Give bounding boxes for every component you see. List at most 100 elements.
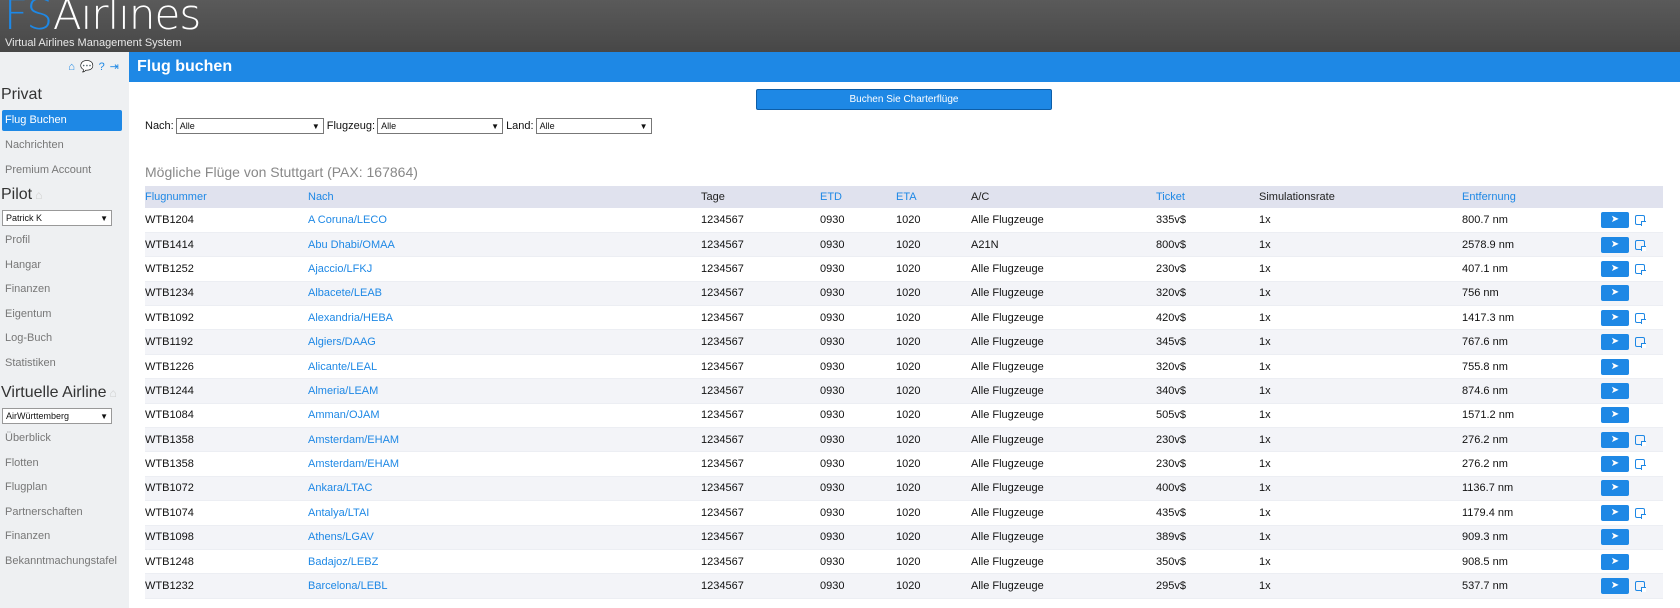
column-header-distance[interactable]: Entfernung xyxy=(1462,186,1601,208)
distance-cell: 800.7 nm xyxy=(1462,213,1508,226)
note-icon[interactable] xyxy=(1635,239,1646,251)
column-header-etd[interactable]: ETD xyxy=(820,186,896,208)
column-header-destination[interactable]: Nach xyxy=(308,186,701,208)
destination-link[interactable]: Alexandria/HEBA xyxy=(308,306,701,330)
book-flight-button[interactable]: ➤ xyxy=(1601,382,1629,399)
distance-cell: 537.7 nm xyxy=(1462,580,1508,593)
book-flight-button[interactable]: ➤ xyxy=(1601,211,1629,228)
note-icon[interactable] xyxy=(1635,434,1646,446)
destination-filter-label: Nach: xyxy=(145,120,174,132)
aircraft-filter-select[interactable]: Alle ▼ xyxy=(377,118,504,134)
sidebar-airline-item[interactable]: Bekanntmachungstafel xyxy=(0,549,129,574)
distance-cell: 1417.3 nm xyxy=(1462,311,1514,324)
book-flight-button[interactable]: ➤ xyxy=(1601,407,1629,424)
main-content: Buchen Sie Charterflüge Nach: Alle ▼ Flug… xyxy=(129,82,1680,608)
note-icon[interactable] xyxy=(1635,459,1646,471)
sidebar-pilot-item[interactable]: Hangar xyxy=(0,253,129,278)
paper-plane-icon: ➤ xyxy=(1610,531,1620,543)
destination-link[interactable]: Albacete/LEAB xyxy=(308,281,701,305)
paper-plane-icon: ➤ xyxy=(1610,336,1620,348)
book-flight-button[interactable]: ➤ xyxy=(1601,358,1629,375)
note-icon[interactable] xyxy=(1635,581,1646,593)
book-flight-button[interactable]: ➤ xyxy=(1601,529,1629,546)
help-icon[interactable]: ? xyxy=(99,61,105,73)
sidebar-airline-item[interactable]: Finanzen xyxy=(0,524,129,549)
book-flight-button[interactable]: ➤ xyxy=(1601,480,1629,497)
sidebar-pilot-item[interactable]: Profil xyxy=(0,228,129,253)
sidebar-private-item[interactable]: Premium Account xyxy=(0,158,129,183)
note-icon[interactable] xyxy=(1635,507,1646,519)
aircraft-cell: Alle Flugzeuge xyxy=(971,287,1044,300)
sidebar-pilot-item[interactable]: Eigentum xyxy=(0,302,129,327)
eta-cell: 1020 xyxy=(896,336,921,349)
sidebar-airline-item[interactable]: Flotten xyxy=(0,451,129,476)
column-header-sim-rate: Simulationsrate xyxy=(1259,191,1335,203)
book-flight-button[interactable]: ➤ xyxy=(1601,431,1629,448)
sidebar-airline-item[interactable]: Überblick xyxy=(0,426,129,451)
destination-link[interactable]: Badajoz/LEBZ xyxy=(308,549,701,573)
app-logo[interactable]: FSAirlines xyxy=(4,0,201,36)
book-flight-button[interactable]: ➤ xyxy=(1601,456,1629,473)
note-icon[interactable] xyxy=(1635,312,1646,324)
ticket-price-cell: 389v$ xyxy=(1156,531,1186,544)
destination-link[interactable]: Abu Dhabi/OMAA xyxy=(308,232,701,256)
table-row: WTB1092 Alexandria/HEBA 1234567 0930 1020 All… xyxy=(145,306,1663,330)
eta-cell: 1020 xyxy=(896,262,921,275)
destination-link[interactable]: Athens/LGAV xyxy=(308,525,701,549)
row-actions: ➤ xyxy=(1601,549,1663,573)
sidebar-pilot-item[interactable]: Log-Buch xyxy=(0,326,129,351)
column-header-flight-number[interactable]: Flugnummer xyxy=(145,186,308,208)
days-cell: 1234567 xyxy=(701,482,744,495)
note-icon[interactable] xyxy=(1635,214,1646,226)
ticket-price-cell: 230v$ xyxy=(1156,433,1186,446)
destination-link[interactable]: Algiers/DAAG xyxy=(308,330,701,354)
sim-rate-cell: 1x xyxy=(1259,433,1271,446)
sidebar-private-item[interactable]: Nachrichten xyxy=(0,133,129,158)
distance-cell: 276.2 nm xyxy=(1462,433,1508,446)
airline-select[interactable]: AirWürttemberg ▼ xyxy=(2,408,112,424)
book-flight-button[interactable]: ➤ xyxy=(1601,309,1629,326)
paper-plane-icon: ➤ xyxy=(1610,384,1620,396)
destination-filter-select[interactable]: Alle ▼ xyxy=(175,118,324,134)
book-charter-button[interactable]: Buchen Sie Charterflüge xyxy=(756,89,1052,110)
home-icon[interactable]: ⌂ xyxy=(68,61,75,73)
eta-cell: 1020 xyxy=(896,360,921,373)
table-row: WTB1358 Amsterdam/EHAM 1234567 0930 1020 Alle… xyxy=(145,427,1663,452)
destination-link[interactable]: Barcelona/LEBL xyxy=(308,574,701,598)
eta-cell: 1020 xyxy=(896,580,921,593)
pilot-select[interactable]: Patrick K ▼ xyxy=(2,210,112,226)
destination-link[interactable]: Ajaccio/LFKJ xyxy=(308,257,701,281)
destination-link[interactable]: Amman/OJAM xyxy=(308,403,701,427)
sim-rate-cell: 1x xyxy=(1259,580,1271,593)
book-flight-button[interactable]: ➤ xyxy=(1601,504,1629,521)
sidebar-private-item[interactable]: Flug Buchen xyxy=(2,110,122,131)
column-header-ticket[interactable]: Ticket xyxy=(1156,186,1259,208)
sidebar-pilot-item[interactable]: Finanzen xyxy=(0,277,129,302)
paper-plane-icon: ➤ xyxy=(1610,262,1620,274)
destination-link[interactable]: Amsterdam/EHAM xyxy=(308,428,701,452)
destination-link[interactable]: Amsterdam/EHAM xyxy=(308,452,701,476)
table-row: WTB1204 A Coruna/LECO 1234567 0930 1020 Alle … xyxy=(145,208,1663,233)
country-filter-select[interactable]: Alle ▼ xyxy=(535,118,652,134)
book-flight-button[interactable]: ➤ xyxy=(1601,553,1629,570)
sidebar-pilot-item[interactable]: Statistiken xyxy=(0,351,129,376)
destination-link[interactable]: Alicante/LEAL xyxy=(308,354,701,378)
destination-link[interactable]: Ankara/LTAC xyxy=(308,476,701,500)
book-flight-button[interactable]: ➤ xyxy=(1601,236,1629,253)
days-cell: 1234567 xyxy=(701,336,744,349)
destination-link[interactable]: Almeria/LEAM xyxy=(308,379,701,403)
chat-icon[interactable]: 💬 xyxy=(80,61,94,73)
destination-link[interactable]: A Coruna/LECO xyxy=(308,208,701,232)
note-icon[interactable] xyxy=(1635,337,1646,349)
sidebar-airline-item[interactable]: Partnerschaften xyxy=(0,500,129,525)
book-flight-button[interactable]: ➤ xyxy=(1601,334,1629,351)
sidebar-airline-item[interactable]: Flugplan xyxy=(0,475,129,500)
book-flight-button[interactable]: ➤ xyxy=(1601,578,1629,595)
note-icon[interactable] xyxy=(1635,263,1646,275)
column-header-eta[interactable]: ETA xyxy=(896,186,971,208)
aircraft-cell: Alle Flugzeuge xyxy=(971,360,1044,373)
book-flight-button[interactable]: ➤ xyxy=(1601,285,1629,302)
book-flight-button[interactable]: ➤ xyxy=(1601,260,1629,277)
destination-link[interactable]: Antalya/LTAI xyxy=(308,501,701,525)
logout-icon[interactable]: ⇥ xyxy=(110,61,119,73)
